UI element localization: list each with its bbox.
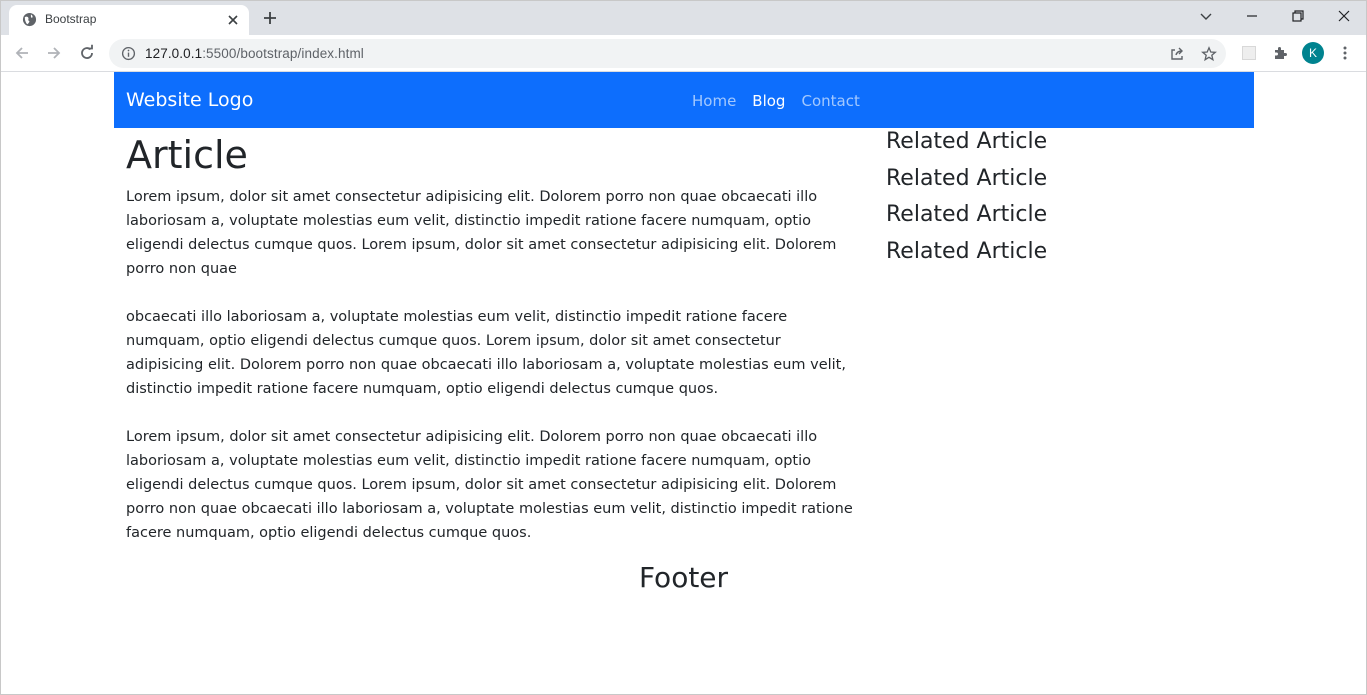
url-text: 127.0.0.1:5500/bootstrap/index.html xyxy=(145,46,364,61)
nav-link-contact[interactable]: Contact xyxy=(801,91,859,111)
globe-icon xyxy=(22,12,37,27)
website-logo[interactable]: Website Logo xyxy=(126,89,253,111)
url-path: :5500/bootstrap/index.html xyxy=(202,46,364,61)
related-articles-sidebar: Related Article Related Article Related … xyxy=(886,129,1047,276)
menu-kebab-icon[interactable] xyxy=(1337,45,1353,61)
browser-tab[interactable]: Bootstrap xyxy=(9,5,249,35)
browser-titlebar: Bootstrap xyxy=(1,1,1366,35)
url-host: 127.0.0.1 xyxy=(145,46,203,61)
forward-arrow-icon[interactable] xyxy=(45,44,63,62)
related-article-heading: Related Article xyxy=(886,129,1048,154)
article-paragraph: Lorem ipsum, dolor sit amet consectetur … xyxy=(126,429,853,541)
back-arrow-icon[interactable] xyxy=(13,44,31,62)
page-footer: Footer xyxy=(638,561,729,594)
bookmark-star-icon[interactable] xyxy=(1201,46,1217,62)
site-navbar: Website Logo Home Blog Contact xyxy=(114,72,1254,128)
page-viewport: Website Logo Home Blog Contact Article L… xyxy=(1,72,1366,694)
site-info-icon[interactable] xyxy=(121,46,136,61)
related-article-heading: Related Article xyxy=(886,239,1048,265)
tab-title: Bootstrap xyxy=(45,12,97,26)
address-bar[interactable]: 127.0.0.1:5500/bootstrap/index.html xyxy=(109,39,1226,68)
close-tab-icon[interactable] xyxy=(226,13,240,27)
new-tab-icon[interactable] xyxy=(262,10,278,26)
article-paragraph: Lorem ipsum, dolor sit amet consectetur … xyxy=(126,189,837,277)
restore-icon[interactable] xyxy=(1290,8,1306,24)
tab-search-icon[interactable] xyxy=(1198,8,1214,24)
close-window-icon[interactable] xyxy=(1336,8,1352,24)
nav-link-blog[interactable]: Blog xyxy=(752,91,785,111)
nav-link-home[interactable]: Home xyxy=(692,91,736,111)
reload-icon[interactable] xyxy=(78,44,96,62)
article-paragraph: obcaecati illo laboriosam a, voluptate m… xyxy=(126,309,846,397)
article-body: Lorem ipsum, dolor sit amet consectetur … xyxy=(126,185,858,569)
puzzle-icon[interactable] xyxy=(1273,45,1289,61)
article-title: Article xyxy=(126,133,248,177)
profile-avatar[interactable]: K xyxy=(1302,42,1324,64)
related-article-heading: Related Article xyxy=(886,202,1048,228)
extension-icon[interactable] xyxy=(1241,45,1257,61)
share-icon[interactable] xyxy=(1169,46,1185,62)
nav-links: Home Blog Contact xyxy=(692,91,876,111)
browser-toolbar: 127.0.0.1:5500/bootstrap/index.html K xyxy=(1,35,1366,72)
minimize-icon[interactable] xyxy=(1244,8,1260,24)
related-article-heading: Related Article xyxy=(886,165,1048,191)
